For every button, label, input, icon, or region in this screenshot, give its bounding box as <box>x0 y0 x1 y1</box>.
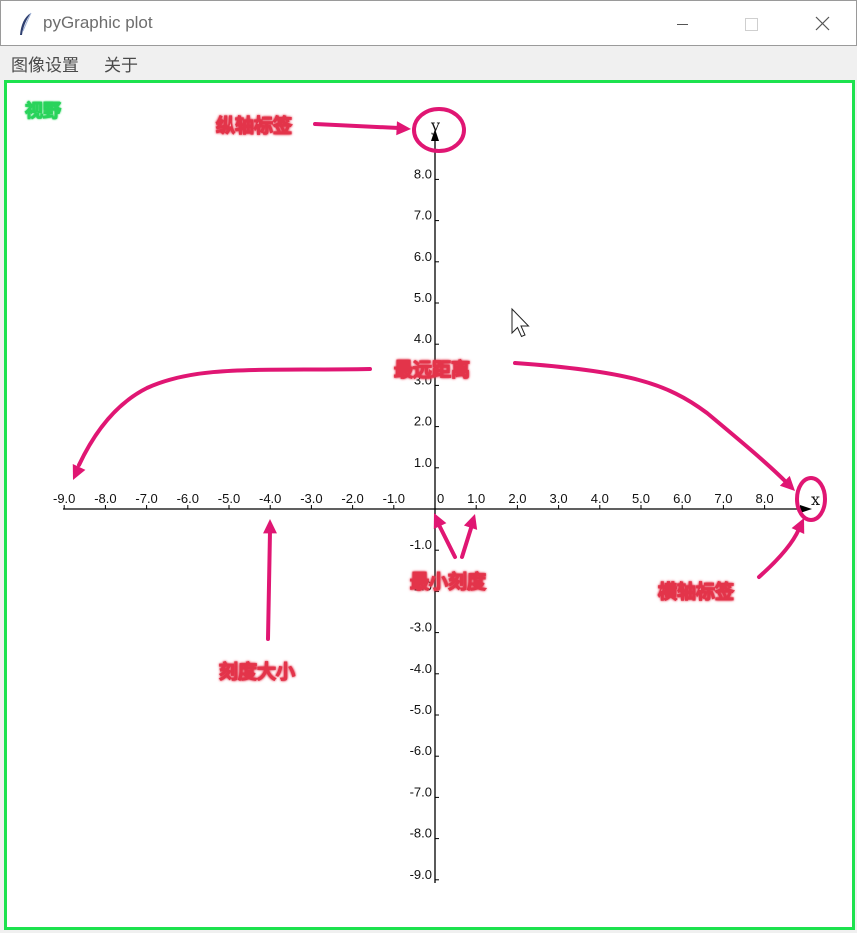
minimize-icon <box>677 24 688 25</box>
arrow-min-tick-right <box>460 523 474 559</box>
x-tick-label: 8.0 <box>756 491 774 506</box>
annotation-min-tick: 最小刻度 <box>409 571 487 594</box>
origin-label: 0 <box>437 491 444 506</box>
x-tick-label: 3.0 <box>550 491 568 506</box>
x-tick-label: -6.0 <box>177 491 199 506</box>
y-axis-label: y <box>430 116 440 135</box>
x-tick-label: -8.0 <box>94 491 116 506</box>
x-tick-label: 6.0 <box>673 491 691 506</box>
x-tick-label: -4.0 <box>259 491 281 506</box>
menu-bar: 图像设置 关于 <box>0 46 857 78</box>
x-tick-label: -1.0 <box>383 491 405 506</box>
y-tick-label: 8.0 <box>414 166 432 181</box>
y-tick-label: 6.0 <box>414 249 432 264</box>
y-tick-label: 2.0 <box>414 414 432 429</box>
feather-icon <box>20 12 32 35</box>
x-tick-label: -5.0 <box>218 491 240 506</box>
x-tick-label: -7.0 <box>135 491 157 506</box>
arrow-head <box>463 514 478 530</box>
y-tick-label: 7.0 <box>414 208 432 223</box>
minimize-button[interactable] <box>651 1 719 47</box>
x-tick-label: 5.0 <box>632 491 650 506</box>
y-tick-label: -6.0 <box>410 743 432 758</box>
close-icon <box>815 16 830 31</box>
title-bar[interactable]: pyGraphic plot <box>0 0 857 46</box>
plot-area: -9.0 -8.0 -7.0 -6.0 -5.0 -4.0 -3.0 -2.0 -1.0 1.0 2… <box>53 107 827 883</box>
annotation-tick-size: 刻度大小 <box>218 661 296 684</box>
arrow-tick-size <box>266 529 272 641</box>
arrow-max-distance-left <box>77 367 372 467</box>
x-tick-label: -2.0 <box>341 491 363 506</box>
annotation-y-axis-label: 纵轴标签 <box>215 115 293 138</box>
menu-about[interactable]: 关于 <box>104 51 138 76</box>
close-button[interactable] <box>787 1 855 47</box>
maximize-button[interactable] <box>719 1 787 47</box>
y-tick-label: -1.0 <box>410 537 432 552</box>
y-tick-label: -3.0 <box>410 620 432 635</box>
x-tick-label: 1.0 <box>467 491 485 506</box>
y-tick-label: -5.0 <box>410 702 432 717</box>
x-tick-label: 7.0 <box>714 491 732 506</box>
x-tick-label: 4.0 <box>591 491 609 506</box>
x-tick-label: 2.0 <box>508 491 526 506</box>
y-tick-label: -4.0 <box>410 661 432 676</box>
plot-canvas[interactable]: 视野 -9.0 -8.0 -7.0 -6.0 -5.0 -4.0 -3.0 -2.0 -1.0 1… <box>4 80 855 930</box>
arrow-min-tick-left <box>436 521 457 559</box>
y-tick-label: -7.0 <box>410 784 432 799</box>
y-tick-label: 1.0 <box>414 455 432 470</box>
y-tick-label: -9.0 <box>410 867 432 882</box>
arrow-max-distance-right <box>513 361 787 483</box>
x-tick-label: -9.0 <box>53 491 75 506</box>
window-title: pyGraphic plot <box>43 13 153 32</box>
annotation-max-distance: 最远距离 <box>393 359 471 382</box>
y-tick-label: -8.0 <box>410 826 432 841</box>
menu-image-settings[interactable]: 图像设置 <box>11 51 79 76</box>
y-tick-label: 4.0 <box>414 331 432 346</box>
x-tick-label: -3.0 <box>300 491 322 506</box>
maximize-icon <box>745 18 758 31</box>
arrow-x-label <box>757 527 801 579</box>
arrow-head <box>263 519 277 534</box>
y-tick-label: 5.0 <box>414 290 432 305</box>
arrow-head <box>396 121 411 136</box>
annotation-x-axis-label: 横轴标签 <box>657 581 735 604</box>
x-axis-label: x <box>811 490 820 509</box>
arrow-y-label <box>313 122 401 130</box>
mouse-cursor-icon <box>511 307 530 338</box>
